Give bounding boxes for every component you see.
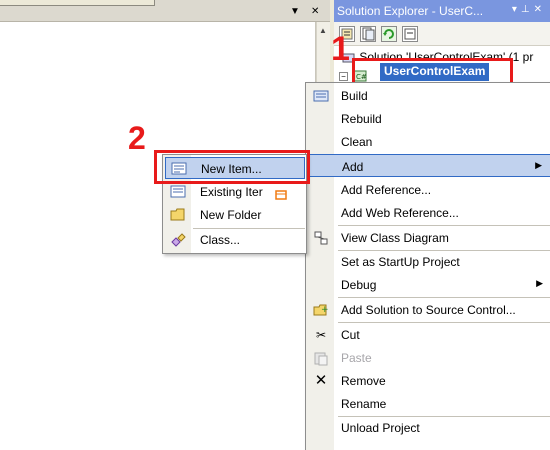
menu-item-label: Debug: [341, 278, 377, 292]
source-control-icon: +: [313, 302, 329, 318]
menu-item-label: Add Reference...: [341, 183, 432, 197]
menu-item-clean[interactable]: Clean: [306, 130, 550, 153]
menu-item-label: Build: [341, 89, 368, 103]
menu-item-label: Paste: [341, 351, 372, 365]
class-icon: [170, 232, 186, 248]
menu-item-paste[interactable]: Paste: [306, 346, 550, 369]
collapse-toggle-icon[interactable]: −: [339, 72, 348, 81]
close-icon[interactable]: ✕: [311, 6, 319, 17]
existing-item-icon: [170, 184, 186, 200]
view-code-icon[interactable]: [402, 26, 418, 42]
cursor-icon: [275, 189, 287, 203]
show-all-files-icon[interactable]: [360, 26, 376, 42]
submenu-item-class[interactable]: Class...: [165, 229, 305, 251]
menu-item-add-web-reference[interactable]: Add Web Reference...: [306, 201, 550, 224]
build-icon: [313, 88, 329, 104]
menu-item-add-to-source-control[interactable]: + Add Solution to Source Control...: [306, 298, 550, 321]
submenu-item-new-folder[interactable]: New Folder: [165, 204, 305, 226]
pin-icon[interactable]: ⊥: [521, 4, 534, 15]
submenu-arrow-icon: ▶: [535, 160, 542, 170]
refresh-icon[interactable]: [381, 26, 397, 42]
submenu-item-label: Existing Iter: [200, 185, 263, 199]
submenu-item-existing-item[interactable]: Existing Iter: [165, 181, 305, 203]
paste-icon: [313, 350, 329, 366]
menu-item-debug[interactable]: Debug ▶: [306, 273, 550, 296]
window-dropdown-icon[interactable]: ▾: [512, 4, 521, 15]
menu-item-label: Rebuild: [341, 112, 382, 126]
menu-item-label: Unload Project: [341, 421, 420, 435]
menu-item-remove[interactable]: ✕ Remove: [306, 369, 550, 392]
close-panel-icon[interactable]: ✕: [534, 4, 546, 15]
highlight-box-new-item: [154, 150, 310, 184]
solution-explorer-title: Solution Explorer - UserC...: [337, 4, 484, 18]
step-1-callout: 1: [331, 30, 350, 68]
solution-explorer-toolbar: [334, 22, 550, 46]
menu-item-label: Add Solution to Source Control...: [341, 303, 516, 317]
menu-item-label: Cut: [341, 328, 360, 342]
menu-item-rename[interactable]: Rename: [306, 392, 550, 415]
menu-item-unload-project[interactable]: Unload Project: [306, 416, 550, 439]
scissors-icon: ✂: [315, 328, 327, 342]
editor-tab-strip: ▼ ✕: [0, 0, 330, 22]
solution-explorer-title-bar: Solution Explorer - UserC... ▾⊥✕: [334, 0, 550, 22]
folder-icon: [170, 207, 186, 223]
menu-item-rebuild[interactable]: Rebuild: [306, 107, 550, 130]
menu-item-label: View Class Diagram: [341, 231, 449, 245]
submenu-item-label: New Folder: [200, 208, 262, 222]
menu-item-label: Add: [342, 160, 364, 174]
submenu-item-label: Class...: [200, 233, 241, 247]
step-2-callout: 2: [128, 120, 146, 156]
menu-item-label: Rename: [341, 397, 387, 411]
editor-tab[interactable]: [0, 0, 155, 6]
menu-item-label: Add Web Reference...: [341, 206, 459, 220]
menu-item-add[interactable]: Add ▶: [306, 154, 550, 177]
svg-text:+: +: [321, 305, 329, 315]
class-diagram-icon: [313, 230, 329, 246]
menu-item-set-startup[interactable]: Set as StartUp Project: [306, 250, 550, 273]
menu-item-cut[interactable]: ✂ Cut: [306, 323, 550, 346]
menu-item-add-reference[interactable]: Add Reference...: [306, 178, 550, 201]
submenu-arrow-icon: ▶: [536, 278, 543, 288]
menu-item-label: Clean: [341, 135, 373, 149]
menu-item-label: Set as StartUp Project: [341, 255, 460, 269]
scroll-up-arrow-icon[interactable]: ▲: [319, 26, 327, 35]
dropdown-arrow-icon[interactable]: ▼: [290, 6, 300, 17]
project-context-menu: Build Rebuild Clean Add ▶ Add Reference.…: [305, 82, 550, 450]
menu-item-build[interactable]: Build: [306, 84, 550, 107]
title-bar-controls: ▾⊥✕: [512, 4, 546, 15]
menu-item-label: Remove: [341, 374, 386, 388]
remove-x-icon: ✕: [314, 372, 328, 389]
menu-item-view-class-diagram[interactable]: View Class Diagram: [306, 226, 550, 249]
